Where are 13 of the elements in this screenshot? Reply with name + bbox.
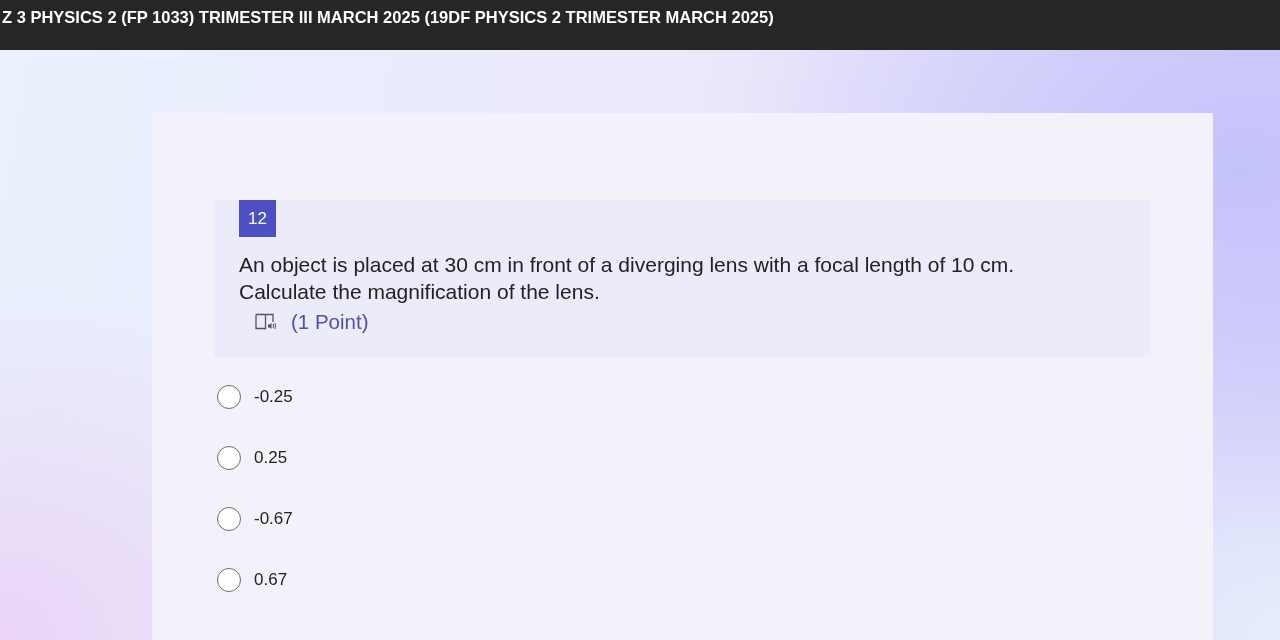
page-title: Z 3 PHYSICS 2 (FP 1033) TRIMESTER III MARCH 2025 (19DF PHYSICS 2 TRIMESTER MARCH 2025) [2, 7, 774, 27]
radio-button[interactable] [217, 507, 241, 531]
question-text: An object is placed at 30 cm in front of a diverging lens with a focal length of 10 cm. Calculate the magnification of the lens. [239, 252, 1016, 305]
points-label: (1 Point) [291, 310, 369, 334]
option-label: 0.25 [254, 448, 288, 468]
question-number: 12 [239, 200, 276, 237]
option-label: 0.67 [254, 570, 288, 590]
radio-button[interactable] [217, 446, 241, 470]
option-label: -0.67 [254, 509, 293, 529]
radio-button[interactable] [217, 568, 241, 592]
book-speaker-icon[interactable] [255, 313, 277, 331]
option-label: -0.25 [254, 387, 293, 407]
radio-button[interactable] [217, 385, 241, 409]
